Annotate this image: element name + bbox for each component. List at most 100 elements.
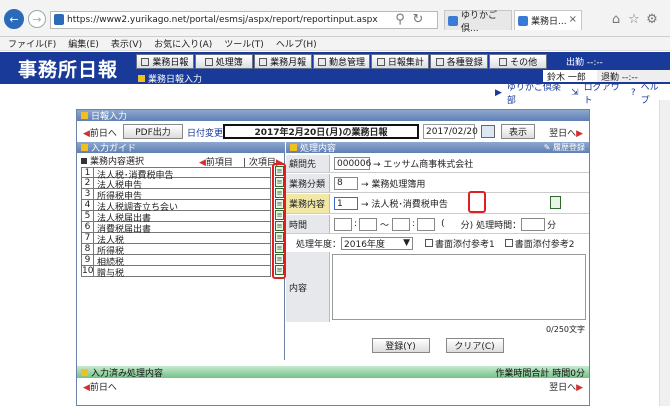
- client-code-input[interactable]: 000006: [334, 157, 371, 170]
- year-label: 処理年度：: [296, 239, 342, 250]
- year-row: 処理年度： 2016年度 ▼ 書面添付参考1 書面添付参考2: [286, 235, 589, 251]
- time-separator: ～: [380, 220, 390, 231]
- date-input[interactable]: 2017/02/20: [423, 124, 478, 139]
- content-row: 業務内容 1 → 法人税･消費税申告: [286, 194, 589, 214]
- day-row: ◀前日へ PDF出力 日付変更 2017年2月20日(月)の業務日報 2017/…: [77, 122, 589, 141]
- forward-icon[interactable]: →: [28, 10, 46, 28]
- panel-title: 日報入力: [77, 110, 589, 122]
- nav-daily-report[interactable]: 業務日報: [136, 54, 194, 69]
- address-bar[interactable]: https://www2.yurikago.net/portal/esmsj/a…: [50, 11, 438, 29]
- list-item[interactable]: 3 所得税申告: [81, 189, 271, 202]
- next-day-link[interactable]: 翌日へ▶: [549, 126, 583, 139]
- content-label: 業務内容: [286, 194, 330, 213]
- time-label: 時間: [286, 215, 330, 233]
- star-icon[interactable]: ☆: [626, 12, 642, 28]
- list-item[interactable]: 1 法人税･消費税申告: [81, 167, 271, 181]
- done-next-link[interactable]: 翌日へ▶: [549, 380, 583, 393]
- body-label: 内容: [286, 252, 330, 322]
- history-link[interactable]: ✎ 履歴登録: [544, 142, 585, 153]
- proc-time-input[interactable]: [521, 217, 546, 231]
- end-minute-input[interactable]: [417, 217, 436, 231]
- nav-other[interactable]: その他: [489, 54, 548, 69]
- time-minute-unit: 分): [460, 220, 474, 231]
- content-name: → 法人税･消費税申告: [361, 200, 448, 210]
- prev-day-link[interactable]: ◀前日へ: [83, 126, 117, 139]
- start-minute-input[interactable]: [359, 217, 378, 231]
- link-yurikago[interactable]: ゆりかご倶楽部: [507, 80, 566, 106]
- list-item[interactable]: 4 法人税調査立ち会い: [81, 200, 271, 213]
- register-button[interactable]: 登録(Y): [371, 338, 430, 353]
- type-name: → 業務処理簿用: [361, 179, 426, 190]
- year-select[interactable]: 2016年度 ▼: [341, 236, 414, 250]
- menu-help[interactable]: ヘルプ(H): [276, 37, 317, 50]
- nav-summary[interactable]: 日報集計: [371, 54, 430, 69]
- show-button[interactable]: 表示: [501, 124, 535, 139]
- proc-time-label: 処理時間：: [476, 220, 522, 231]
- type-row: 業務分類 8 → 業務処理簿用: [286, 174, 589, 193]
- list-item[interactable]: 8 所得税: [81, 244, 271, 257]
- list-item[interactable]: 2 法人税申告: [81, 178, 271, 191]
- list-item[interactable]: 10 贈与税: [81, 266, 271, 279]
- time-colon: :: [354, 219, 358, 229]
- tab-report[interactable]: 業務日... ×: [514, 10, 582, 30]
- done-prev-link[interactable]: ◀前日へ: [83, 380, 117, 393]
- list-item[interactable]: 7 法人税: [81, 233, 271, 246]
- menu-tools[interactable]: ツール(T): [224, 37, 264, 50]
- guide-title: 入力ガイド: [77, 142, 285, 154]
- date-change-label: 日付変更: [187, 129, 224, 139]
- list-item[interactable]: 6 消費税届出書: [81, 222, 271, 235]
- calendar-icon[interactable]: [481, 125, 495, 138]
- help-icon: ?: [630, 88, 636, 98]
- end-hour-input[interactable]: [392, 217, 411, 231]
- client-row: 顧問先 000006 → エッサム商事株式会社: [286, 155, 589, 173]
- done-title-bar: 入力済み処理内容 作業時間合計 時間0分: [77, 366, 589, 379]
- client-label: 顧問先: [286, 155, 330, 172]
- nav-attendance[interactable]: 勤怠管理: [312, 54, 371, 69]
- back-icon[interactable]: ←: [4, 9, 24, 29]
- list-item[interactable]: 5 法人税届出書: [81, 211, 271, 224]
- search-icon[interactable]: ⚲: [392, 12, 408, 28]
- tab-favicon-icon: [518, 16, 528, 26]
- menu-file[interactable]: ファイル(F): [8, 37, 56, 50]
- menu-edit[interactable]: 編集(E): [68, 37, 99, 50]
- nav-registration[interactable]: 各種登録: [430, 54, 489, 69]
- attach2-checkbox[interactable]: [504, 239, 513, 247]
- content-code-input[interactable]: 1: [334, 197, 358, 210]
- top-links: ▶ ゆりかご倶楽部 ⇲ ログアウト ? ヘルプ: [490, 83, 670, 106]
- clear-button[interactable]: クリア(C): [445, 338, 504, 353]
- char-count: 0/250文字: [545, 325, 585, 334]
- link-logout[interactable]: ログアウト: [584, 80, 626, 106]
- menu-view[interactable]: 表示(V): [111, 37, 142, 50]
- logout-icon: ⇲: [571, 88, 579, 98]
- pdf-button[interactable]: PDF出力: [123, 124, 183, 139]
- done-nav: ◀前日へ 翌日へ▶: [77, 379, 589, 393]
- type-code-input[interactable]: 8: [334, 176, 358, 190]
- tab-label: 業務日...: [531, 17, 567, 27]
- chevron-down-icon: ▼: [403, 238, 411, 248]
- scrollbar[interactable]: [659, 100, 670, 406]
- input-guide: 入力ガイド 業務内容選択 ◀前項目 | 次項目▶ 1 法人税･消費税申告 2 法人税…: [77, 142, 285, 360]
- highlight-box: [468, 191, 486, 213]
- body-textarea[interactable]: [332, 254, 586, 320]
- attach1-checkbox[interactable]: [425, 239, 434, 247]
- start-hour-input[interactable]: [334, 217, 352, 231]
- gear-icon[interactable]: ⚙: [644, 12, 660, 28]
- total-time: 作業時間合計 時間0分: [495, 368, 585, 379]
- nav-monthly-report[interactable]: 業務月報: [253, 54, 312, 69]
- tab-yurikago[interactable]: ゆりかご倶...: [444, 10, 512, 34]
- refresh-icon[interactable]: ↻: [410, 12, 426, 28]
- attach2-label: 書面添付参考2: [514, 239, 575, 250]
- menu-favorites[interactable]: お気に入り(A): [154, 37, 212, 50]
- main-nav: 業務日報 処理簿 業務月報 勤怠管理 日報集計 各種登録 その他: [136, 54, 548, 70]
- clock-in-status[interactable]: 出勤 --:--: [558, 54, 670, 69]
- form-title: 処理内容 ✎ 履歴登録: [286, 142, 589, 154]
- list-item[interactable]: 9 相続税: [81, 255, 271, 268]
- proc-time-unit: 分: [547, 220, 557, 231]
- attach1-label: 書面添付参考1: [435, 239, 495, 250]
- nav-process-book[interactable]: 処理簿: [194, 54, 253, 69]
- document-icon[interactable]: [550, 196, 561, 209]
- form-buttons: 登録(Y) クリア(C): [286, 338, 589, 353]
- home-icon[interactable]: ⌂: [608, 12, 624, 28]
- close-icon[interactable]: ×: [569, 14, 577, 25]
- guide-list: 1 法人税･消費税申告 2 法人税申告 3 所得税申告 4 法人税調査立ち会い 5 法人税…: [81, 167, 271, 279]
